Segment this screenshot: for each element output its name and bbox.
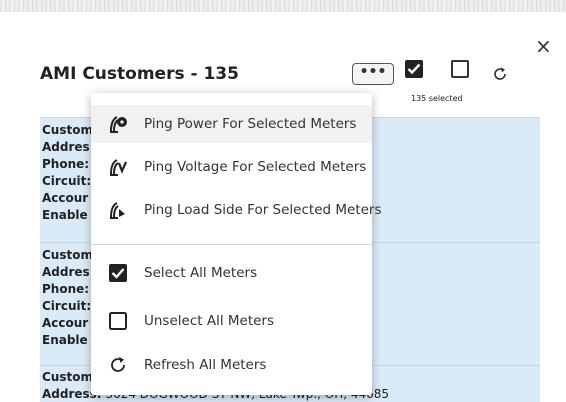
address-field: Addres	[42, 265, 90, 279]
address-field: Addres	[42, 140, 90, 154]
menu-item-label: Ping Voltage For Selected Meters	[144, 159, 367, 175]
menu-item-label: Ping Load Side For Selected Meters	[144, 202, 382, 218]
checkmark-icon	[407, 63, 421, 75]
enabled-field: Enable	[42, 208, 88, 222]
menu-divider	[91, 244, 372, 245]
menu-item-ping-voltage[interactable]: Ping Voltage For Selected Meters	[91, 148, 372, 186]
refresh-icon[interactable]	[492, 66, 508, 82]
menu-item-unselect-all[interactable]: Unselect All Meters	[91, 302, 372, 340]
close-button[interactable]: ×	[535, 36, 552, 56]
background-strip	[0, 0, 566, 12]
circuit-field: Circuit:	[42, 299, 92, 313]
select-all-checkbox[interactable]	[405, 60, 423, 78]
selected-count: 135 selected	[411, 94, 463, 103]
account-field: Accour7	[42, 191, 335, 205]
menu-item-ping-power[interactable]: Ping Power For Selected Meters	[91, 105, 372, 143]
ping-voltage-icon	[110, 159, 128, 176]
menu-item-ping-load-side[interactable]: Ping Load Side For Selected Meters	[91, 191, 382, 229]
circuit-field: Circuit:	[42, 174, 92, 188]
account-field: Accour3	[42, 316, 343, 330]
menu-item-select-all[interactable]: Select All Meters	[91, 254, 372, 292]
customer-field: Custom	[42, 123, 93, 137]
phone-field: Phone:	[42, 282, 90, 296]
ping-load-side-icon	[110, 202, 125, 219]
menu-item-refresh-all[interactable]: Refresh All Meters	[91, 346, 372, 384]
enabled-field: Enable	[42, 333, 88, 347]
menu-item-label: Refresh All Meters	[144, 357, 267, 373]
dialog-title: AMI Customers - 135	[40, 64, 239, 84]
customer-field: Custom	[42, 370, 93, 384]
menu-item-label: Select All Meters	[144, 265, 258, 281]
phone-field: Phone:	[42, 157, 90, 171]
refresh-icon	[111, 357, 125, 372]
more-options-button[interactable]: •••	[352, 63, 394, 85]
actions-dropdown-menu: Ping Power For Selected Meters Ping Volt…	[91, 93, 382, 395]
unselect-all-checkbox[interactable]	[451, 60, 469, 78]
checkbox-checked-icon	[109, 264, 127, 282]
menu-item-label: Ping Power For Selected Meters	[144, 116, 357, 132]
customer-field: Custom	[42, 248, 93, 262]
ping-power-icon	[110, 116, 127, 133]
checkbox-empty-icon	[109, 312, 127, 330]
menu-item-label: Unselect All Meters	[144, 313, 275, 329]
